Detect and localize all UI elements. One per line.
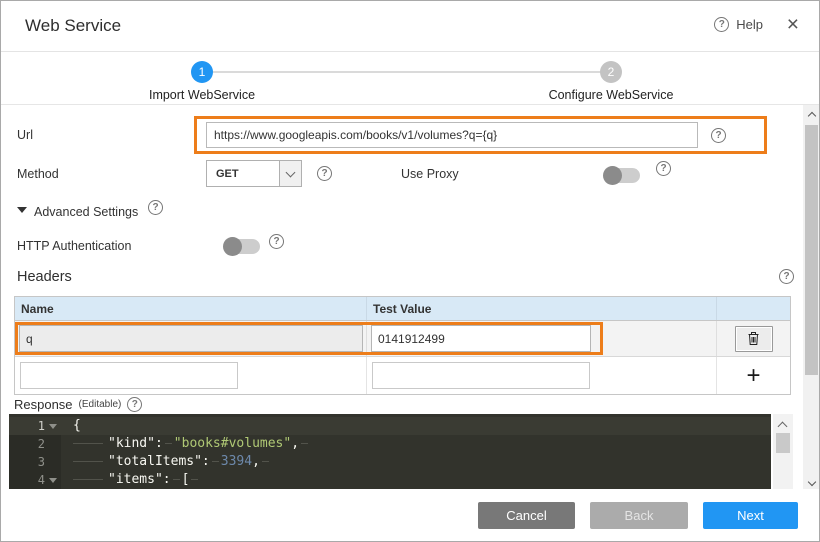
column-header-actions xyxy=(717,297,790,320)
code-editor-lines[interactable]: 1 { 2 "kind": "books#volumes", 3 "totalIt… xyxy=(9,414,771,491)
table-row xyxy=(15,321,790,357)
code-token: "totalItems" xyxy=(108,454,202,469)
headers-help-icon[interactable]: ? xyxy=(779,269,794,284)
step-1-label: Import WebService xyxy=(92,88,312,102)
code-token: : xyxy=(202,454,210,469)
line-number: 2 xyxy=(38,437,45,451)
advanced-settings-help-icon[interactable]: ? xyxy=(148,200,163,215)
dialog-title: Web Service xyxy=(25,16,121,36)
table-row-new: + xyxy=(15,357,790,394)
page-scrollbar-thumb[interactable] xyxy=(805,125,818,375)
http-auth-label: HTTP Authentication xyxy=(17,239,131,253)
response-editable-label: (Editable) xyxy=(79,399,122,410)
code-token: , xyxy=(252,454,260,469)
delete-row-button[interactable] xyxy=(735,326,773,352)
code-token: : xyxy=(163,472,171,487)
stepper-connector xyxy=(209,71,605,73)
footer: Cancel Back Next xyxy=(1,489,819,541)
code-fold-icon[interactable] xyxy=(49,478,57,483)
code-line-1[interactable]: 1 { xyxy=(9,417,771,435)
new-header-test-value-input[interactable] xyxy=(372,362,590,389)
use-proxy-toggle[interactable] xyxy=(604,168,640,183)
help-label[interactable]: Help xyxy=(736,17,763,32)
line-number: 3 xyxy=(38,455,45,469)
chevron-down-icon[interactable] xyxy=(279,161,301,186)
editor-scrollbar[interactable] xyxy=(771,414,793,491)
http-auth-help-icon[interactable]: ? xyxy=(269,234,284,249)
code-token: , xyxy=(291,436,299,451)
code-token: "books#volumes" xyxy=(174,436,291,451)
url-help-icon[interactable]: ? xyxy=(711,128,726,143)
response-label: Response xyxy=(14,397,73,412)
method-selected-value: GET xyxy=(216,168,239,180)
method-label: Method xyxy=(17,167,59,181)
http-auth-toggle[interactable] xyxy=(224,239,260,254)
headers-table: Name Test Value xyxy=(14,296,791,395)
header-name-input[interactable] xyxy=(19,325,363,352)
toggle-knob xyxy=(223,237,242,256)
column-header-test-value: Test Value xyxy=(367,297,717,320)
content-area: Url ? Method GET ? Use Proxy ? Advanced … xyxy=(1,104,820,491)
step-1-circle[interactable]: 1 xyxy=(191,61,213,83)
cancel-button[interactable]: Cancel xyxy=(478,502,575,529)
page-scrollbar[interactable] xyxy=(803,105,820,491)
advanced-settings-collapse-icon[interactable] xyxy=(17,207,27,213)
line-number: 4 xyxy=(38,473,45,487)
code-token: : xyxy=(155,436,163,451)
use-proxy-label: Use Proxy xyxy=(401,167,459,181)
advanced-settings-label[interactable]: Advanced Settings xyxy=(34,205,138,219)
code-fold-icon[interactable] xyxy=(49,424,57,429)
line-number: 1 xyxy=(38,419,45,433)
trash-icon xyxy=(747,331,760,346)
table-header-row: Name Test Value xyxy=(15,297,790,321)
step-2-circle[interactable]: 2 xyxy=(600,61,622,83)
column-header-name: Name xyxy=(15,297,367,320)
code-line-3[interactable]: 3 "totalItems":3394, xyxy=(9,453,771,471)
wizard-stepper: 1 Import WebService 2 Configure WebServi… xyxy=(1,53,819,104)
header-test-value-input[interactable] xyxy=(371,325,591,352)
next-button[interactable]: Next xyxy=(703,502,798,529)
code-token: 3394 xyxy=(221,454,252,469)
code-token: "kind" xyxy=(108,436,155,451)
help-button[interactable]: ? Help xyxy=(714,17,763,32)
headers-section-title: Headers xyxy=(17,269,72,285)
url-input[interactable] xyxy=(206,122,698,148)
code-token: [ xyxy=(182,472,190,487)
url-highlight-box: ? xyxy=(194,116,767,154)
web-service-dialog: Web Service ? Help × 1 Import WebService… xyxy=(0,0,820,542)
code-token: { xyxy=(73,418,81,433)
back-button[interactable]: Back xyxy=(590,502,688,529)
step-2-label: Configure WebService xyxy=(501,88,721,102)
editor-scrollbar-thumb[interactable] xyxy=(776,433,790,453)
method-help-icon[interactable]: ? xyxy=(317,166,332,181)
response-help-icon[interactable]: ? xyxy=(127,397,142,412)
close-icon[interactable]: × xyxy=(787,13,799,37)
code-line-4[interactable]: 4 "items": [ xyxy=(9,471,771,489)
code-line-2[interactable]: 2 "kind": "books#volumes", xyxy=(9,435,771,453)
scroll-up-button[interactable] xyxy=(803,105,820,123)
response-label-row: Response (Editable) ? xyxy=(14,397,142,412)
url-label: Url xyxy=(17,128,33,142)
use-proxy-help-icon[interactable]: ? xyxy=(656,161,671,176)
response-code-editor[interactable]: 1 { 2 "kind": "books#volumes", 3 "totalIt… xyxy=(9,414,793,491)
new-header-name-input[interactable] xyxy=(20,362,238,389)
toggle-knob xyxy=(603,166,622,185)
code-token: "items" xyxy=(108,472,163,487)
editor-scroll-up-icon[interactable] xyxy=(778,422,788,432)
titlebar: Web Service ? Help × xyxy=(1,1,819,52)
help-icon[interactable]: ? xyxy=(714,17,729,32)
add-row-button[interactable]: + xyxy=(746,364,760,388)
method-select[interactable]: GET xyxy=(206,160,302,187)
